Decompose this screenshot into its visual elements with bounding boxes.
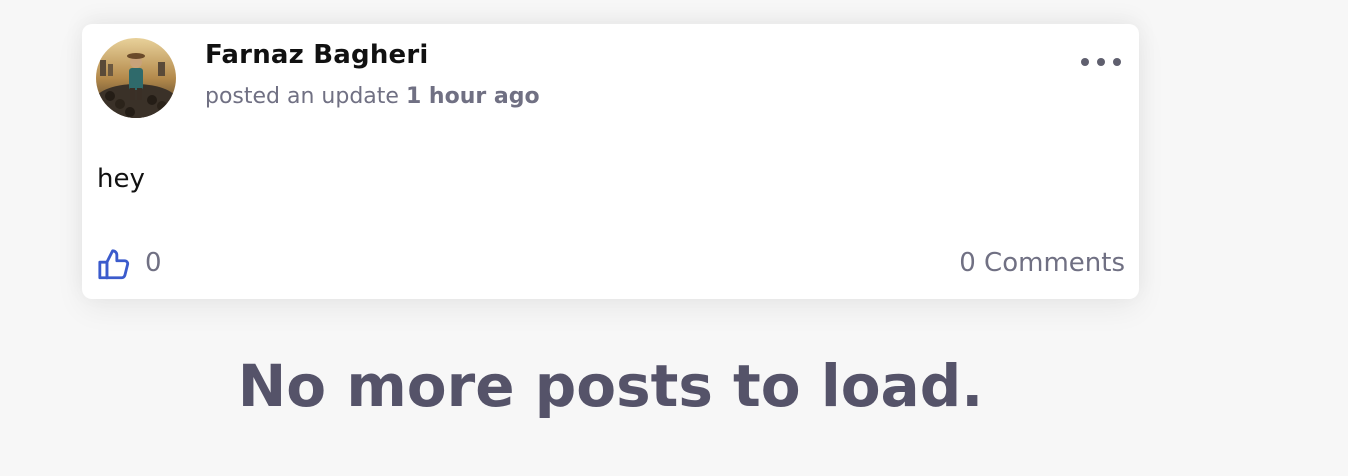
activity-post-card: Farnaz Bagheri posted an update 1 hour a… (82, 24, 1139, 299)
more-options-icon[interactable] (1081, 52, 1121, 72)
avatar-image (96, 38, 176, 118)
like-button[interactable] (97, 248, 131, 282)
post-meta: posted an update 1 hour ago (205, 84, 540, 109)
more-dot (1113, 58, 1121, 66)
author-name[interactable]: Farnaz Bagheri (205, 40, 429, 70)
more-dot (1081, 58, 1089, 66)
author-avatar[interactable] (96, 38, 176, 118)
more-dot (1097, 58, 1105, 66)
post-body: hey (97, 164, 145, 194)
thumbs-up-icon (98, 249, 130, 280)
no-more-posts-message: No more posts to load. (237, 352, 984, 420)
comments-link[interactable]: 0 Comments (959, 248, 1125, 278)
post-timestamp[interactable]: 1 hour ago (406, 84, 540, 109)
post-action-text: posted an update (205, 84, 399, 109)
like-count: 0 (145, 248, 162, 278)
